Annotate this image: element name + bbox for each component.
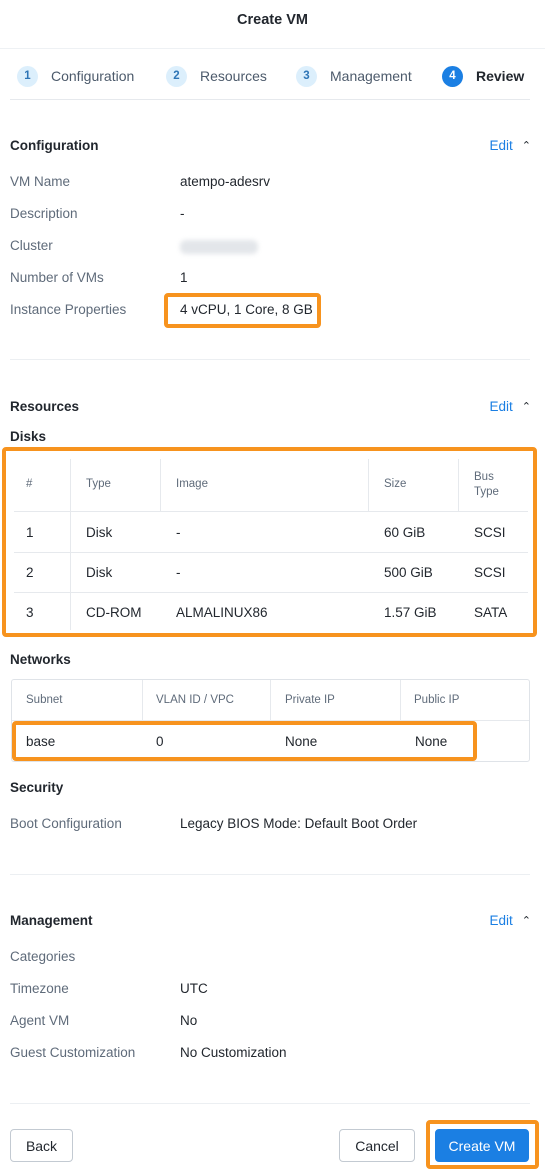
disk-bus-type: SATA: [474, 605, 508, 620]
categories-label: Categories: [10, 949, 76, 964]
timezone-value: UTC: [180, 981, 208, 996]
agent-vm-label: Agent VM: [10, 1013, 70, 1028]
header-divider: [0, 48, 545, 49]
step-number: 4: [442, 65, 463, 87]
disk-bus-type: SCSI: [474, 525, 506, 540]
boot-configuration-value: Legacy BIOS Mode: Default Boot Order: [180, 816, 418, 831]
step-number: 2: [166, 65, 187, 87]
step-number: 1: [17, 65, 38, 87]
create-vm-button[interactable]: Create VM: [435, 1129, 529, 1162]
disks-title: Disks: [10, 429, 47, 444]
disks-header-image: Image: [176, 478, 208, 490]
dialog-title: Create VM: [237, 12, 308, 28]
disk-index: 3: [26, 605, 34, 620]
disk-image: -: [176, 525, 181, 540]
management-edit-group: Edit ⌃: [490, 913, 531, 928]
networks-header-public-ip: Public IP: [414, 694, 460, 706]
step-configuration[interactable]: 1 Configuration: [17, 64, 134, 88]
management-edit-link[interactable]: Edit: [490, 913, 513, 928]
disk-index: 1: [26, 525, 34, 540]
number-of-vms-value: 1: [180, 270, 188, 285]
instance-properties-label: Instance Properties: [10, 302, 127, 317]
resources-edit-link[interactable]: Edit: [490, 399, 513, 414]
networks-header-subnet: Subnet: [26, 694, 63, 706]
disks-header-type: Type: [86, 478, 111, 490]
section-divider: [10, 874, 530, 875]
description-label: Description: [10, 206, 78, 221]
disks-table: # Type Image Size Bus Type 1 Disk - 60 G…: [14, 459, 528, 630]
step-label: Management: [330, 68, 412, 84]
network-vlan: 0: [156, 734, 164, 749]
cluster-value-redacted: [180, 240, 258, 254]
resources-edit-group: Edit ⌃: [490, 399, 531, 414]
cancel-button[interactable]: Cancel: [339, 1129, 415, 1162]
network-public-ip: None: [415, 734, 448, 749]
network-private-ip: None: [285, 734, 318, 749]
security-title: Security: [10, 780, 64, 795]
section-divider: [10, 359, 530, 360]
step-number: 3: [296, 65, 317, 87]
disk-size: 60 GiB: [384, 525, 426, 540]
back-button[interactable]: Back: [10, 1129, 73, 1162]
timezone-label: Timezone: [10, 981, 69, 996]
disk-type: Disk: [86, 525, 113, 540]
chevron-up-icon[interactable]: ⌃: [522, 139, 531, 152]
vm-name-value: atempo-adesrv: [180, 174, 271, 189]
chevron-up-icon[interactable]: ⌃: [522, 914, 531, 927]
vm-name-label: VM Name: [10, 174, 71, 189]
step-label: Review: [476, 68, 525, 84]
footer-divider: [10, 1103, 530, 1104]
disks-header-bus-type: Bus Type: [474, 471, 499, 498]
agent-vm-value: No: [180, 1013, 198, 1028]
disk-image: -: [176, 565, 181, 580]
disk-size: 500 GiB: [384, 565, 433, 580]
configuration-section-title: Configuration: [10, 138, 99, 153]
disk-size: 1.57 GiB: [384, 605, 437, 620]
step-resources[interactable]: 2 Resources: [166, 64, 267, 88]
network-row-highlight: [12, 721, 477, 761]
step-review[interactable]: 4 Review: [442, 64, 524, 88]
steps-divider: [10, 99, 530, 100]
number-of-vms-label: Number of VMs: [10, 270, 104, 285]
configuration-edit-link[interactable]: Edit: [490, 138, 513, 153]
networks-header-vlan: VLAN ID / VPC: [156, 694, 234, 706]
step-label: Configuration: [51, 68, 135, 84]
disk-type: Disk: [86, 565, 113, 580]
resources-section-title: Resources: [10, 399, 80, 414]
management-section-title: Management: [10, 913, 93, 928]
configuration-edit-group: Edit ⌃: [490, 138, 531, 153]
chevron-up-icon[interactable]: ⌃: [522, 400, 531, 413]
step-management[interactable]: 3 Management: [296, 64, 412, 88]
disk-type: CD-ROM: [86, 605, 142, 620]
step-label: Resources: [200, 68, 267, 84]
networks-header-private-ip: Private IP: [285, 694, 335, 706]
disks-header-index: #: [26, 478, 33, 490]
disk-bus-type: SCSI: [474, 565, 506, 580]
boot-configuration-label: Boot Configuration: [10, 816, 122, 831]
description-value: -: [180, 206, 185, 221]
disks-header-size: Size: [384, 478, 407, 490]
instance-properties-value: 4 vCPU, 1 Core, 8 GB: [180, 302, 313, 317]
disk-image: ALMALINUX86: [176, 605, 268, 620]
disk-index: 2: [26, 565, 34, 580]
guest-customization-label: Guest Customization: [10, 1045, 136, 1060]
cluster-label: Cluster: [10, 238, 53, 253]
guest-customization-value: No Customization: [180, 1045, 287, 1060]
network-subnet: base: [26, 734, 56, 749]
networks-title: Networks: [10, 652, 71, 667]
